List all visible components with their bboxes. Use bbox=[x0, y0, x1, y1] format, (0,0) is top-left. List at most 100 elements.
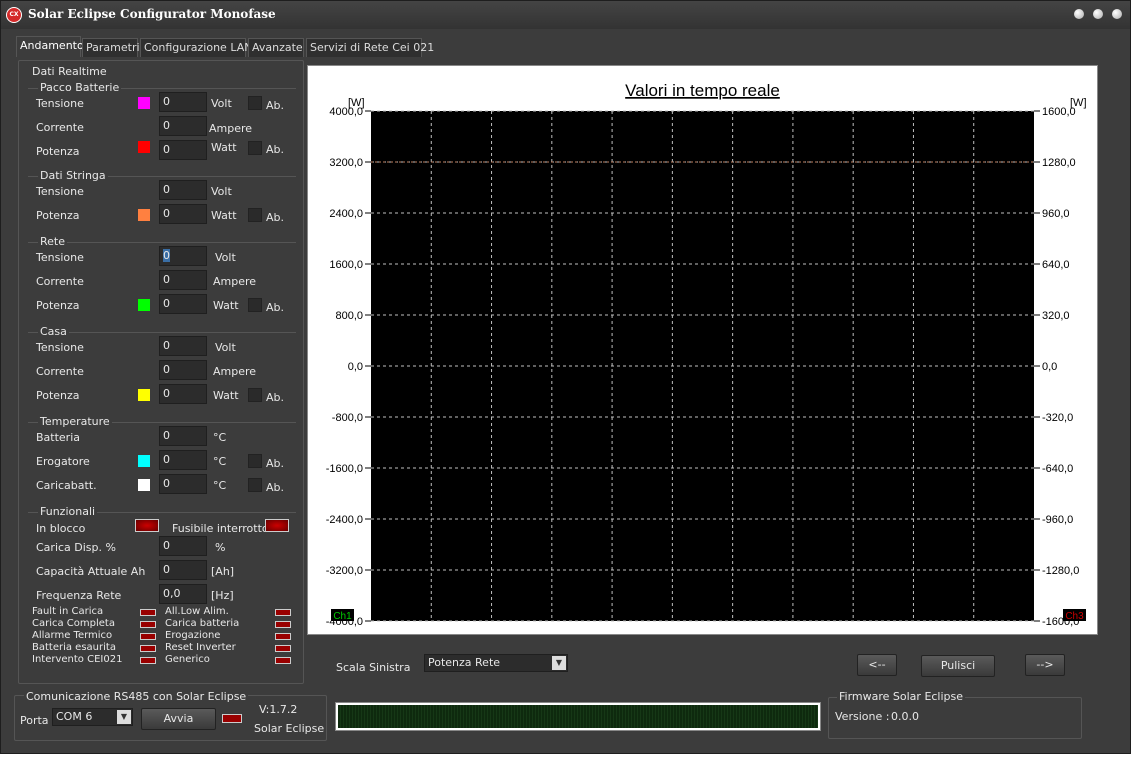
string-voltage-field[interactable]: 0 bbox=[159, 180, 207, 200]
capacita-unit: [Ah] bbox=[211, 565, 235, 578]
status-all-low-alim-led bbox=[275, 609, 291, 616]
in-blocco-led bbox=[135, 519, 159, 532]
y-tick-label-right: -320,0 bbox=[1042, 412, 1073, 424]
tab-avanzate[interactable]: Avanzate bbox=[248, 38, 304, 57]
string-power-unit: Watt bbox=[211, 209, 237, 222]
temp-battery-field[interactable]: 0 bbox=[159, 426, 207, 446]
status-carica-batteria-led bbox=[275, 621, 291, 628]
realtime-chart: Valori in tempo reale[W] [W]4000,0 1600,03… bbox=[326, 81, 1087, 628]
status-all-low-alim: All.Low Alim. bbox=[165, 606, 229, 617]
temp-caricabatt-check-label: Ab. bbox=[266, 481, 285, 494]
next-button[interactable]: --> bbox=[1025, 654, 1065, 676]
grid-current-label: Corrente bbox=[36, 275, 84, 288]
tab-servizi-rete[interactable]: Servizi di Rete Cei 021 bbox=[306, 38, 434, 57]
chevron-down-icon: ▼ bbox=[552, 656, 566, 670]
channel-ch1-label: Ch1 bbox=[333, 611, 352, 622]
status-generico: Generico bbox=[165, 654, 210, 665]
string-power-check-label: Ab. bbox=[266, 211, 285, 224]
realtime-panel: Dati Realtime Pacco Batterie Tensione 0 … bbox=[18, 60, 304, 684]
house-power-checkbox[interactable] bbox=[248, 388, 262, 402]
house-voltage-unit: Volt bbox=[215, 341, 236, 354]
fusibile-label: Fusibile interrotto bbox=[172, 522, 269, 535]
house-voltage-field[interactable]: 0 bbox=[159, 336, 207, 356]
battery-group-title: Pacco Batterie bbox=[38, 81, 122, 94]
status-display bbox=[335, 702, 821, 731]
product-name: Solar Eclipse bbox=[254, 722, 325, 735]
status-reset-inverter-led bbox=[275, 645, 291, 652]
y-tick-label-right: -640,0 bbox=[1042, 463, 1073, 475]
in-blocco-label: In blocco bbox=[36, 522, 86, 535]
grid-power-field[interactable]: 0 bbox=[159, 294, 207, 314]
status-allarme-termico: Allarme Termico bbox=[32, 630, 113, 641]
battery-voltage-color bbox=[138, 97, 150, 109]
string-group-title: Dati Stringa bbox=[38, 169, 108, 182]
carica-disp-unit: % bbox=[215, 541, 226, 554]
grid-current-field[interactable]: 0 bbox=[159, 270, 207, 290]
tab-andamento[interactable]: Andamento bbox=[16, 36, 84, 57]
chart-title: Valori in tempo reale bbox=[625, 81, 780, 100]
functions-group-title: Funzionali bbox=[38, 505, 98, 518]
scala-sinistra-select[interactable]: Potenza Rete ▼ bbox=[424, 654, 568, 672]
window-title: Solar Eclipse Configurator Monofase bbox=[28, 7, 276, 21]
channel-ch3-label: Ch3 bbox=[1065, 611, 1084, 622]
house-current-unit: Ampere bbox=[213, 365, 257, 378]
house-group-title: Casa bbox=[38, 325, 69, 338]
battery-voltage-unit: Volt bbox=[211, 97, 232, 110]
temp-caricabatt-checkbox[interactable] bbox=[248, 478, 262, 492]
string-power-checkbox[interactable] bbox=[248, 208, 262, 222]
clear-button[interactable]: Pulisci bbox=[921, 655, 995, 677]
grid-power-checkbox[interactable] bbox=[248, 298, 262, 312]
battery-voltage-checkbox[interactable] bbox=[248, 96, 262, 110]
grid-power-label: Potenza bbox=[36, 299, 80, 312]
frequenza-unit: [Hz] bbox=[211, 589, 234, 602]
status-generico-led bbox=[275, 657, 291, 664]
status-allarme-termico-led bbox=[140, 633, 156, 640]
maximize-button[interactable] bbox=[1093, 9, 1103, 19]
status-intervento-cei021-led bbox=[140, 657, 156, 664]
house-current-label: Corrente bbox=[36, 365, 84, 378]
house-current-field[interactable]: 0 bbox=[159, 360, 207, 380]
realtime-chart-panel: Valori in tempo reale [W] [W] 4000,0 1600,0 3… bbox=[307, 65, 1098, 635]
y-tick-label-left: -800,0 bbox=[332, 412, 363, 424]
y-tick-label-right: 1280,0 bbox=[1042, 157, 1076, 169]
port-select[interactable]: COM 6 ▼ bbox=[52, 708, 133, 726]
temp-erogatore-check-label: Ab. bbox=[266, 457, 285, 470]
grid-voltage-unit: Volt bbox=[215, 251, 236, 264]
status-erogazione-led bbox=[275, 633, 291, 640]
tab-parametri[interactable]: Parametri bbox=[82, 38, 140, 57]
house-power-check-label: Ab. bbox=[266, 391, 285, 404]
grid-voltage-field[interactable]: 0 bbox=[159, 246, 207, 266]
battery-current-label: Corrente bbox=[36, 121, 84, 134]
capacita-field[interactable]: 0 bbox=[159, 560, 207, 580]
battery-voltage-field[interactable]: 0 bbox=[159, 92, 207, 112]
start-button[interactable]: Avvia bbox=[141, 708, 216, 730]
house-power-field[interactable]: 0 bbox=[159, 384, 207, 404]
battery-current-field[interactable]: 0 bbox=[159, 116, 207, 136]
close-button[interactable] bbox=[1112, 9, 1122, 19]
app-version: V:1.7.2 bbox=[259, 703, 298, 716]
fusibile-led bbox=[265, 519, 289, 532]
carica-disp-field[interactable]: 0 bbox=[159, 536, 207, 556]
battery-power-checkbox[interactable] bbox=[248, 141, 262, 155]
string-power-color bbox=[138, 209, 150, 221]
battery-voltage-label: Tensione bbox=[36, 97, 84, 110]
previous-button[interactable]: <-- bbox=[857, 654, 897, 676]
tab-configurazione-lan[interactable]: Configurazione LAN bbox=[140, 38, 252, 57]
grid-group-title: Rete bbox=[38, 235, 67, 248]
string-voltage-unit: Volt bbox=[211, 185, 232, 198]
temp-erogatore-field[interactable]: 0 bbox=[159, 450, 207, 470]
house-voltage-label: Tensione bbox=[36, 341, 84, 354]
temp-erogatore-checkbox[interactable] bbox=[248, 454, 262, 468]
title-bar[interactable]: CX Solar Eclipse Configurator Monofase bbox=[1, 1, 1130, 29]
frequenza-field[interactable]: 0,0 bbox=[159, 584, 207, 604]
string-power-field[interactable]: 0 bbox=[159, 204, 207, 224]
status-display-screen bbox=[338, 705, 818, 728]
status-batteria-esaurita: Batteria esaurita bbox=[32, 642, 116, 653]
y-tick-label-left: 800,0 bbox=[335, 310, 363, 322]
battery-power-field[interactable]: 0 bbox=[159, 140, 207, 160]
status-intervento-cei021: Intervento CEI021 bbox=[32, 654, 123, 665]
grid-current-unit: Ampere bbox=[213, 275, 257, 288]
temp-caricabatt-field[interactable]: 0 bbox=[159, 474, 207, 494]
grid-voltage-label: Tensione bbox=[36, 251, 84, 264]
minimize-button[interactable] bbox=[1074, 9, 1084, 19]
